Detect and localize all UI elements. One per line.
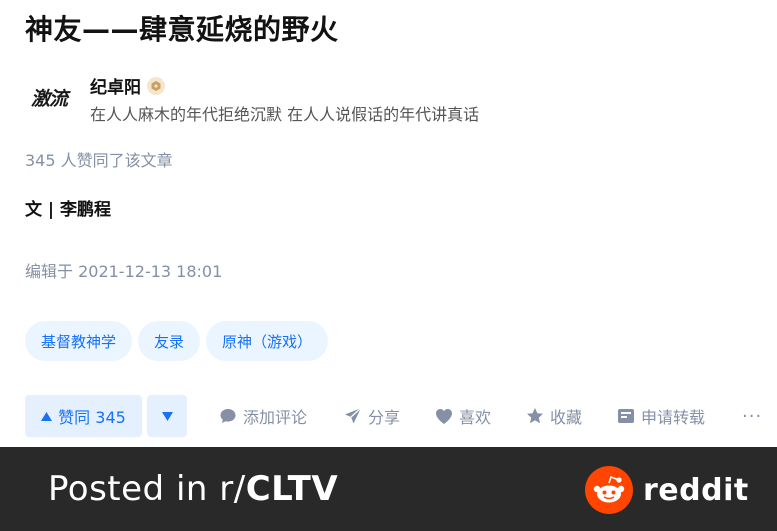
- reddit-snoo-icon: [585, 466, 633, 514]
- upvote-label: 赞同 345: [58, 408, 126, 427]
- subreddit-name[interactable]: CLTV: [246, 469, 339, 509]
- topic-tag[interactable]: 基督教神学: [25, 321, 133, 361]
- upvote-button[interactable]: 赞同 345: [25, 395, 142, 437]
- repost-icon: [618, 409, 634, 423]
- topic-tags: 基督教神学 友录 原神（游戏）: [25, 321, 329, 361]
- more-options-button[interactable]: ···: [742, 395, 762, 437]
- author-card: 激流 纪卓阳 在人人麻木的年代拒绝沉默 在人人说假话的年代讲真话: [25, 70, 725, 126]
- repost-request-label: 申请转载: [641, 408, 706, 427]
- topic-tag[interactable]: 原神（游戏）: [206, 321, 329, 361]
- likes-count-text[interactable]: 345 人赞同了该文章: [25, 147, 173, 171]
- posted-in-text: Posted in r/CLTV: [48, 469, 338, 509]
- author-avatar[interactable]: 激流: [25, 82, 73, 112]
- comment-icon: [220, 409, 236, 423]
- heart-icon: [436, 408, 452, 424]
- like-button[interactable]: 喜欢: [435, 395, 491, 437]
- reddit-logo: reddit: [585, 466, 749, 514]
- reddit-wordmark: reddit: [643, 472, 749, 508]
- action-bar: 赞同 345 添加评论 分享 喜欢 收藏 申请转载 ···: [25, 395, 770, 437]
- collect-label: 收藏: [550, 408, 583, 427]
- downvote-button[interactable]: [147, 395, 187, 437]
- add-comment-button[interactable]: 添加评论: [219, 395, 307, 437]
- triangle-up-icon: [41, 411, 53, 421]
- like-label: 喜欢: [459, 408, 492, 427]
- article-title: 神友——肆意延烧的野火: [25, 13, 339, 46]
- share-icon: [345, 407, 362, 424]
- share-label: 分享: [368, 408, 401, 427]
- author-bio: 在人人麻木的年代拒绝沉默 在人人说假话的年代讲真话: [90, 105, 480, 124]
- add-comment-label: 添加评论: [243, 408, 308, 427]
- article-byline: 文 | 李鹏程: [25, 200, 112, 220]
- topic-tag[interactable]: 友录: [138, 321, 201, 361]
- share-button[interactable]: 分享: [344, 395, 400, 437]
- repost-request-button[interactable]: 申请转载: [617, 395, 705, 437]
- collect-button[interactable]: 收藏: [526, 395, 582, 437]
- posted-prefix: Posted in r/: [48, 469, 246, 509]
- edited-timestamp: 编辑于 2021-12-13 18:01: [25, 262, 223, 281]
- author-name-row: 纪卓阳: [90, 73, 165, 98]
- triangle-down-icon: [161, 411, 173, 421]
- author-name[interactable]: 纪卓阳: [90, 73, 141, 98]
- verified-badge-icon: [147, 76, 165, 95]
- reddit-footer-banner: Posted in r/CLTV reddit: [0, 447, 777, 531]
- star-icon: [527, 408, 543, 424]
